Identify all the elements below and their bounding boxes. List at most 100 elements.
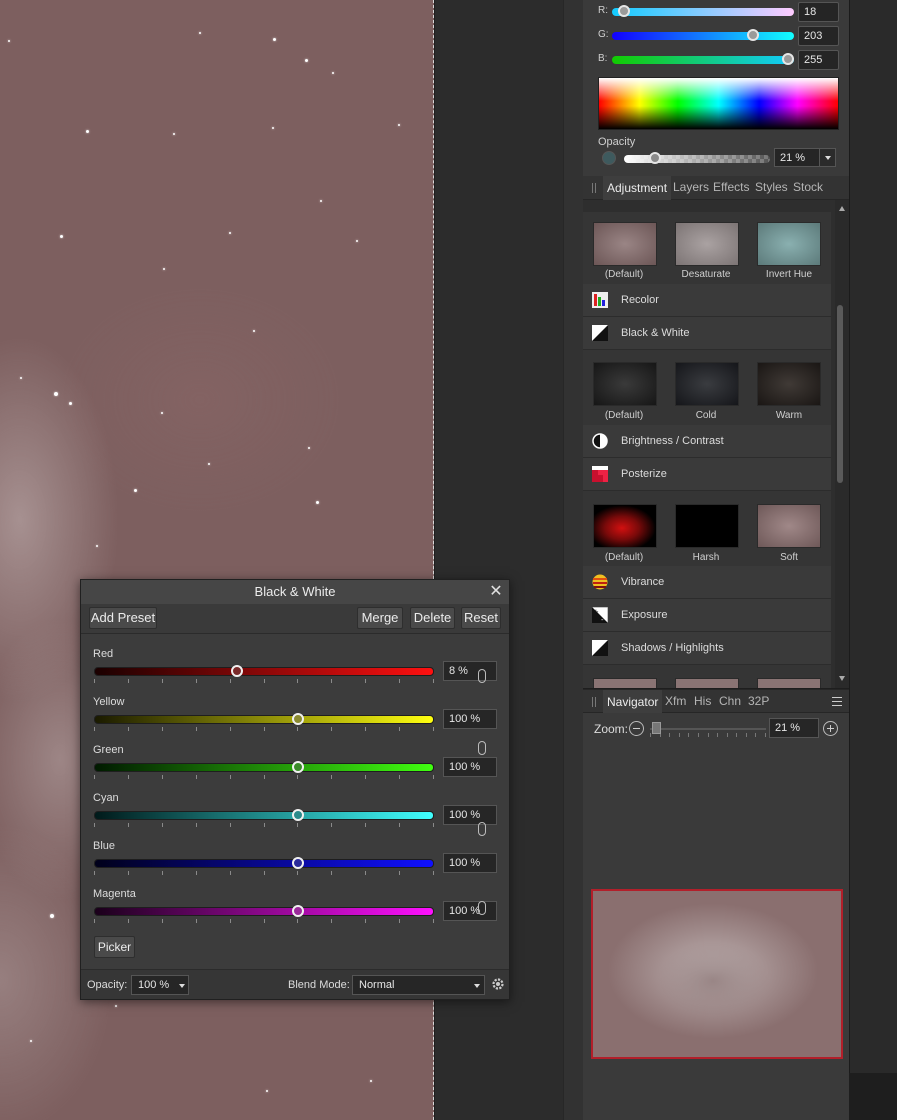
adjustment-brightness-contrast[interactable]: Brightness / Contrast — [583, 425, 831, 458]
tab-adjustment[interactable]: Adjustment — [603, 176, 672, 200]
tab-transform[interactable]: Xfm — [665, 694, 686, 708]
slider-tick — [94, 679, 95, 683]
preset-thumbnail[interactable] — [757, 678, 821, 688]
blue-slider-knob[interactable] — [782, 53, 794, 65]
blue-value-field[interactable]: 255 — [798, 50, 839, 70]
opacity-dropdown[interactable]: 100 % — [131, 975, 189, 995]
preset-thumbnail[interactable] — [675, 504, 739, 548]
close-icon[interactable]: ✕ — [489, 583, 503, 601]
tab-layers[interactable]: Layers — [673, 180, 709, 194]
red-value-field[interactable]: 18 — [798, 2, 839, 22]
channel-value-field[interactable]: 100 % — [443, 757, 497, 777]
reset-button[interactable]: Reset — [461, 607, 501, 629]
stepper-indicator[interactable] — [478, 669, 486, 683]
panel-divider — [563, 0, 583, 1120]
channel-value-field[interactable]: 8 % — [443, 661, 497, 681]
dialog-title[interactable]: Black & White — [81, 580, 509, 604]
star — [30, 1040, 32, 1042]
zoom-slider-knob[interactable] — [651, 722, 661, 734]
channel-slider[interactable] — [94, 811, 434, 820]
picker-button[interactable]: Picker — [94, 936, 135, 958]
adjustment-shadows-highlights[interactable]: Shadows / Highlights — [583, 632, 831, 665]
tab-32bit-preview[interactable]: 32P — [748, 694, 769, 708]
preset-thumbnail[interactable] — [593, 362, 657, 406]
blue-slider[interactable] — [612, 56, 794, 64]
panel-menu-icon[interactable] — [832, 697, 842, 706]
preset-thumbnail[interactable] — [675, 678, 739, 688]
green-slider-knob[interactable] — [746, 29, 759, 41]
tab-effects[interactable]: Effects — [713, 180, 749, 194]
preset-thumbnail[interactable] — [757, 504, 821, 548]
preset-thumbnail[interactable] — [593, 504, 657, 548]
channel-slider[interactable] — [94, 715, 434, 724]
gear-icon[interactable] — [491, 977, 505, 991]
preset-thumbnail[interactable] — [757, 222, 821, 266]
stepper-indicator[interactable] — [478, 901, 486, 915]
zoom-slider[interactable] — [650, 725, 766, 733]
blend-mode-dropdown[interactable]: Normal — [352, 975, 485, 995]
scroll-up-icon[interactable] — [839, 206, 845, 211]
slider-tick — [263, 871, 265, 875]
tab-channels[interactable]: Chn — [719, 694, 741, 708]
channel-value-field[interactable]: 100 % — [443, 709, 497, 729]
star — [272, 127, 274, 129]
slider-tick — [195, 727, 197, 731]
channel-slider-knob[interactable] — [292, 809, 304, 821]
slider-tick — [433, 823, 434, 827]
tab-navigator[interactable]: Navigator — [603, 690, 663, 714]
zoom-value-field[interactable]: 21 % — [769, 718, 819, 738]
stepper-indicator[interactable] — [478, 741, 486, 755]
tab-styles[interactable]: Styles — [755, 180, 788, 194]
channel-slider[interactable] — [94, 667, 434, 676]
preset-thumbnail[interactable] — [675, 222, 739, 266]
tab-history[interactable]: His — [694, 694, 711, 708]
color-spectrum[interactable] — [598, 77, 839, 130]
channel-slider-knob[interactable] — [292, 761, 304, 773]
preset-thumbnail[interactable] — [757, 362, 821, 406]
channel-slider[interactable] — [94, 763, 434, 772]
channel-value-field[interactable]: 100 % — [443, 805, 497, 825]
zoom-row: Zoom: 21 % — [583, 713, 849, 743]
navigator-preview[interactable] — [591, 889, 843, 1059]
channel-slider-knob[interactable] — [292, 713, 304, 725]
preset-thumbnail[interactable] — [593, 678, 657, 688]
channel-slider[interactable] — [94, 907, 434, 916]
red-slider[interactable] — [612, 8, 794, 16]
channel-slider-knob[interactable] — [230, 665, 243, 677]
opacity-dropdown-button[interactable] — [820, 148, 836, 167]
preset-thumbnail[interactable] — [593, 222, 657, 266]
panel-grip-icon[interactable] — [592, 697, 596, 707]
tab-stock[interactable]: Stock — [793, 180, 823, 194]
star — [208, 463, 210, 465]
slider-tick — [365, 871, 367, 875]
opacity-slider-knob[interactable] — [648, 152, 661, 164]
adjustment-posterize[interactable]: Posterize — [583, 458, 831, 491]
adjustment-exposure[interactable]: + - Exposure — [583, 599, 831, 632]
adjustment-recolor[interactable]: Recolor — [583, 284, 831, 317]
preset-thumbnails: (Default) Desaturate Invert Hue — [583, 212, 831, 284]
slider-tick — [195, 823, 197, 827]
opacity-slider[interactable] — [624, 155, 770, 163]
zoom-out-icon[interactable] — [629, 721, 644, 736]
channel-value-field[interactable]: 100 % — [443, 901, 497, 921]
panel-grip-icon[interactable] — [592, 183, 596, 193]
channel-slider[interactable] — [94, 859, 434, 868]
delete-button[interactable]: Delete — [410, 607, 455, 629]
adjustment-vibrance[interactable]: Vibrance — [583, 566, 831, 599]
green-value-field[interactable]: 203 — [798, 26, 839, 46]
blue-row: B: 255 — [583, 50, 849, 70]
add-preset-button[interactable]: Add Preset — [89, 607, 157, 629]
opacity-value-field[interactable]: 21 % — [774, 148, 820, 167]
green-slider[interactable] — [612, 32, 794, 40]
merge-button[interactable]: Merge — [357, 607, 403, 629]
opacity-swatch[interactable] — [602, 151, 616, 165]
channel-slider-knob[interactable] — [292, 905, 304, 917]
adjustment-scrollbar-thumb[interactable] — [837, 305, 843, 483]
zoom-in-icon[interactable] — [823, 721, 838, 736]
channel-value-field[interactable]: 100 % — [443, 853, 497, 873]
scroll-down-icon[interactable] — [839, 676, 845, 681]
channel-slider-knob[interactable] — [292, 857, 304, 869]
adjustment-black-white[interactable]: Black & White — [583, 317, 831, 350]
preset-thumbnail[interactable] — [675, 362, 739, 406]
stepper-indicator[interactable] — [478, 822, 486, 836]
